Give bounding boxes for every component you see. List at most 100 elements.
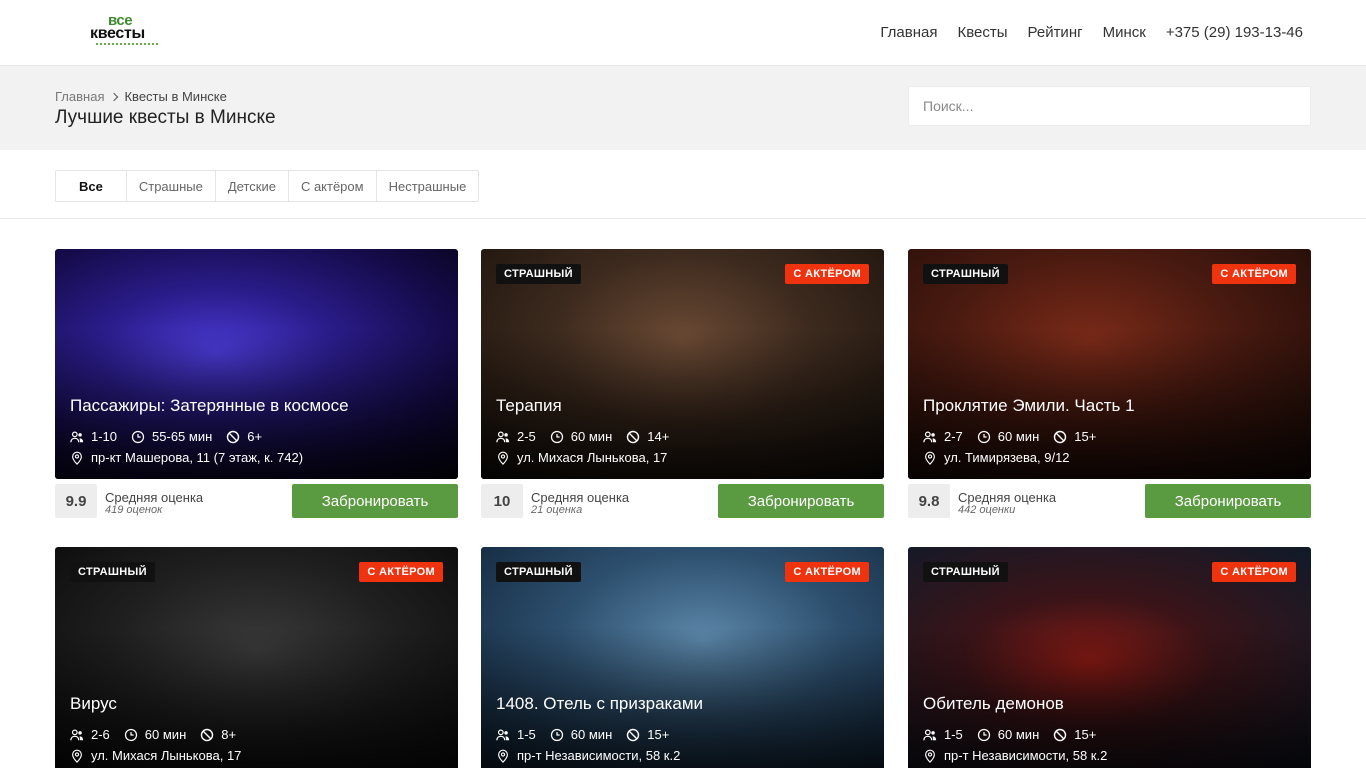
rating-label: Средняя оценка (105, 490, 204, 505)
quest-card: СТРАШНЫЙ С АКТЁРОМ Проклятие Эмили. Част… (908, 249, 1311, 524)
scary-badge: СТРАШНЫЙ (923, 264, 1008, 284)
users-icon (496, 430, 510, 444)
duration: 60 мин (997, 727, 1040, 742)
players: 1-5 (944, 727, 963, 742)
rating-row: 9.9 Средняя оценка 419 оценок Заброниров… (55, 484, 458, 524)
filter-tabs: Все Страшные Детские С актёром Нестрашны… (55, 170, 480, 202)
quest-address: ул. Михася Лынькова, 17 (496, 450, 667, 465)
users-icon (70, 430, 84, 444)
age: 15+ (1074, 429, 1097, 444)
quest-card: Пассажиры: Затерянные в космосе 1-10 55-… (55, 249, 458, 524)
quest-image[interactable]: СТРАШНЫЙ С АКТЁРОМ Обитель демонов 1-5 6… (908, 547, 1311, 768)
filter-all[interactable]: Все (56, 171, 126, 201)
duration: 55-65 мин (152, 429, 213, 444)
age-limit-icon (1053, 430, 1067, 444)
rating-row: 9.8 Средняя оценка 442 оценки Заброниров… (908, 484, 1311, 524)
rating-label: Средняя оценка (531, 490, 630, 505)
nav-rating[interactable]: Рейтинг (1028, 24, 1083, 41)
players: 2-5 (517, 429, 536, 444)
actor-badge: С АКТЁРОМ (359, 562, 443, 582)
logo-main-text: квесты (90, 25, 145, 42)
actor-badge: С АКТЁРОМ (785, 562, 869, 582)
scary-badge: СТРАШНЫЙ (70, 562, 155, 582)
address-text: ул. Михася Лынькова, 17 (91, 748, 242, 763)
age-limit-icon (626, 728, 640, 742)
quest-image[interactable]: СТРАШНЫЙ С АКТЁРОМ 1408. Отель с призрак… (481, 547, 884, 768)
breadcrumb-home[interactable]: Главная (55, 89, 104, 104)
players: 2-7 (944, 429, 963, 444)
search-input[interactable] (908, 86, 1311, 126)
chevron-right-icon (110, 92, 119, 101)
address-text: ул. Михася Лынькова, 17 (517, 450, 668, 465)
duration: 60 мин (144, 727, 187, 742)
age: 15+ (647, 727, 670, 742)
age: 15+ (1074, 727, 1097, 742)
address-text: пр-кт Машерова, 11 (7 этаж, к. 742) (91, 450, 304, 465)
quest-meta: 2-6 60 мин 8+ (70, 727, 236, 742)
book-button[interactable]: Забронировать (292, 484, 458, 518)
age: 6+ (247, 429, 263, 444)
actor-badge: С АКТЁРОМ (1212, 264, 1296, 284)
score-badge: 9.8 (908, 484, 950, 518)
quest-image[interactable]: СТРАШНЫЙ С АКТЁРОМ Вирус 2-6 60 мин 8+ у… (55, 547, 458, 768)
clock-icon (977, 430, 991, 444)
scary-badge: СТРАШНЫЙ (496, 562, 581, 582)
filter-actor[interactable]: С актёром (287, 171, 376, 201)
map-pin-icon (923, 749, 937, 763)
quest-title[interactable]: Терапия (496, 396, 562, 416)
book-button[interactable]: Забронировать (1145, 484, 1311, 518)
quest-card: СТРАШНЫЙ С АКТЁРОМ Вирус 2-6 60 мин 8+ у… (55, 547, 458, 768)
quest-address: пр-т Независимости, 58 к.2 (496, 748, 680, 763)
quest-address: ул. Михася Лынькова, 17 (70, 748, 241, 763)
duration: 60 мин (570, 727, 613, 742)
site-logo[interactable]: все квесты (90, 12, 162, 50)
clock-icon (550, 728, 564, 742)
quest-image[interactable]: СТРАШНЫЙ С АКТЁРОМ Проклятие Эмили. Част… (908, 249, 1311, 479)
review-count: 442 оценки (958, 504, 1016, 516)
filter-scary[interactable]: Страшные (125, 171, 215, 201)
age-limit-icon (1053, 728, 1067, 742)
quest-address: ул. Тимирязева, 9/12 (923, 450, 1070, 465)
filter-kids[interactable]: Детские (214, 171, 288, 201)
rating-label: Средняя оценка (958, 490, 1057, 505)
quest-meta: 1-5 60 мин 15+ (496, 727, 669, 742)
nav-quests[interactable]: Квесты (957, 24, 1007, 41)
quest-meta: 1-5 60 мин 15+ (923, 727, 1096, 742)
players: 1-5 (517, 727, 536, 742)
page-header: Главная Квесты в Минске Лучшие квесты в … (0, 66, 1366, 150)
map-pin-icon (496, 451, 510, 465)
main-nav: Главная Квесты Рейтинг Минск +375 (29) 1… (880, 24, 1303, 41)
quest-title[interactable]: Проклятие Эмили. Часть 1 (923, 396, 1135, 416)
clock-icon (550, 430, 564, 444)
breadcrumb: Главная Квесты в Минске (55, 89, 227, 104)
players: 1-10 (91, 429, 118, 444)
rating-row: 10 Средняя оценка 21 оценка Забронироват… (481, 484, 884, 524)
users-icon (70, 728, 84, 742)
quest-image[interactable]: Пассажиры: Затерянные в космосе 1-10 55-… (55, 249, 458, 479)
nav-home[interactable]: Главная (880, 24, 937, 41)
scary-badge: СТРАШНЫЙ (496, 264, 581, 284)
quest-title[interactable]: 1408. Отель с призраками (496, 694, 703, 714)
duration: 60 мин (997, 429, 1040, 444)
address-text: ул. Тимирязева, 9/12 (944, 450, 1070, 465)
filter-not-scary[interactable]: Нестрашные (375, 171, 479, 201)
divider (0, 218, 1366, 219)
users-icon (496, 728, 510, 742)
quest-title[interactable]: Обитель демонов (923, 694, 1064, 714)
book-button[interactable]: Забронировать (718, 484, 884, 518)
address-text: пр-т Независимости, 58 к.2 (517, 748, 681, 763)
quest-title[interactable]: Пассажиры: Затерянные в космосе (70, 396, 349, 416)
review-count: 419 оценок (105, 504, 163, 516)
review-count: 21 оценка (531, 504, 583, 516)
nav-phone[interactable]: +375 (29) 193-13-46 (1166, 24, 1303, 41)
nav-city[interactable]: Минск (1103, 24, 1146, 41)
quest-title[interactable]: Вирус (70, 694, 117, 714)
page-title: Лучшие квесты в Минске (55, 107, 276, 128)
quest-card: СТРАШНЫЙ С АКТЁРОМ Терапия 2-5 60 мин 14… (481, 249, 884, 524)
map-pin-icon (70, 749, 84, 763)
users-icon (923, 728, 937, 742)
quest-meta: 1-10 55-65 мин 6+ (70, 429, 262, 444)
quest-image[interactable]: СТРАШНЫЙ С АКТЁРОМ Терапия 2-5 60 мин 14… (481, 249, 884, 479)
map-pin-icon (70, 451, 84, 465)
age-limit-icon (200, 728, 214, 742)
